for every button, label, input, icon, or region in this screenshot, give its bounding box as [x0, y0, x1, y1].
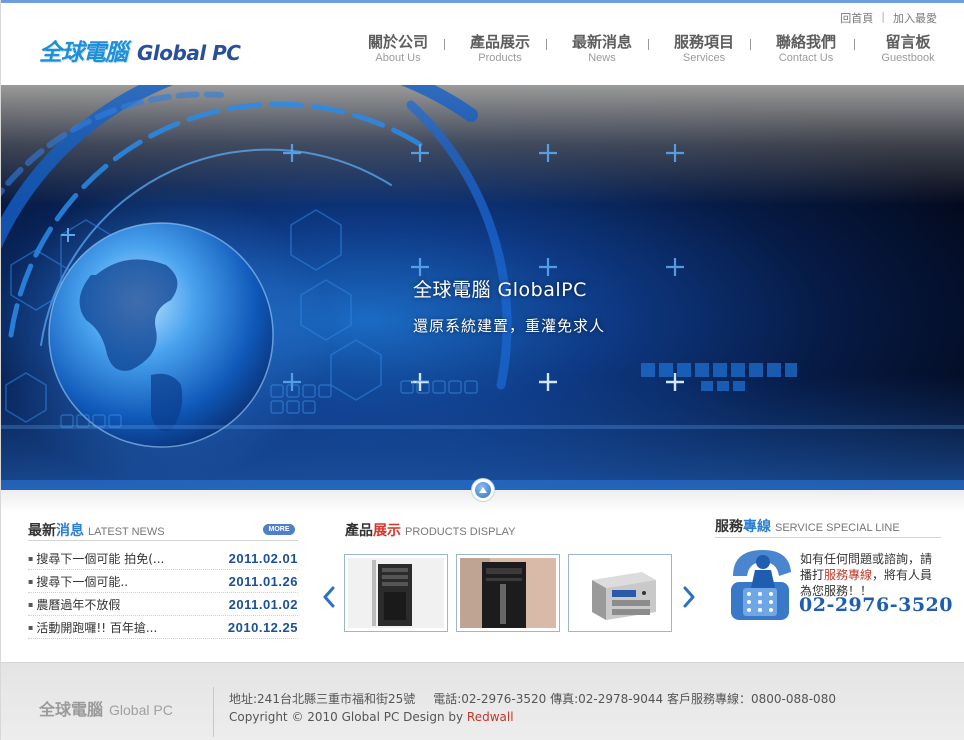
footer-logo-en: Global PC	[109, 702, 173, 718]
news-item-title: 搜尋下一個可能..	[28, 573, 128, 590]
nav-about[interactable]: 關於公司 About Us	[347, 33, 449, 73]
nav-label-en: Contact Us	[778, 52, 834, 64]
news-rule	[28, 540, 298, 541]
footer-copyright: Copyright © 2010 Global PC Design by	[229, 710, 467, 724]
product-thumb[interactable]	[568, 554, 672, 632]
service-description: 如有任何問題或諮詢，請播打服務專線，將有人員為您服務！！	[800, 551, 940, 599]
logo-chinese: 全球電腦	[39, 40, 128, 66]
footer-logo: 全球電腦 Global PC	[39, 696, 173, 720]
nav-products[interactable]: 產品展示 Products	[449, 33, 551, 73]
products-title-b: 展示	[373, 523, 401, 539]
nav-contact[interactable]: 聯絡我們 Contact Us	[755, 33, 857, 73]
news-item-date: 2011.01.26	[228, 573, 298, 589]
news-list: 搜尋下一個可能 拍免(... 2011.02.01 搜尋下一個可能.. 2011…	[28, 547, 298, 639]
black-case-image	[460, 558, 556, 628]
footer-phones: 電話:02-2976-3520 傳真:02-2978-9044 客戶服務專線：0…	[433, 692, 836, 706]
nav-services[interactable]: 服務項目 Services	[653, 33, 755, 73]
banner-title: 全球電腦 GlobalPC	[413, 279, 587, 301]
nav-label-en: Products	[478, 52, 522, 64]
main-nav: 關於公司 About Us 產品展示 Products 最新消息 News 服務…	[347, 33, 959, 73]
news-title-a: 最新	[28, 523, 56, 539]
nav-separator	[750, 39, 751, 50]
service-title-en: SERVICE SPECIAL LINE	[775, 522, 900, 534]
nav-separator	[854, 39, 855, 50]
site-footer: 全球電腦 Global PC 地址:241台北縣三重市福和街25號 電話:02-29…	[1, 662, 964, 740]
top-links: 回首頁 | 加入最愛	[840, 10, 937, 26]
up-arrow-icon	[475, 482, 491, 498]
page: 全球電腦 Global PC 回首頁 | 加入最愛 關於公司 About Us …	[0, 0, 964, 740]
service-phone[interactable]: 02-2976-3520	[799, 594, 953, 616]
service-text-highlight: 服務專線	[824, 568, 873, 582]
nav-label-cn: 服務項目	[673, 33, 734, 51]
service-rule	[715, 537, 941, 538]
nav-label-en: About Us	[375, 52, 421, 64]
nav-separator	[648, 39, 649, 50]
news-item-title: 搜尋下一個可能 拍免(...	[28, 550, 164, 567]
scroll-up-button[interactable]	[471, 478, 495, 502]
nav-label-en: News	[588, 52, 616, 64]
product-thumb[interactable]	[344, 554, 448, 632]
nav-label-cn: 聯絡我們	[775, 33, 836, 51]
nav-separator	[546, 39, 547, 50]
product-thumb[interactable]	[456, 554, 560, 632]
site-header: 全球電腦 Global PC 回首頁 | 加入最愛 關於公司 About Us …	[1, 3, 964, 85]
nav-separator	[444, 39, 445, 50]
products-section-title: 產品展示 PRODUCTS DISPLAY	[345, 520, 515, 540]
tower-case-image	[348, 558, 444, 628]
footer-logo-cn: 全球電腦	[39, 700, 104, 719]
footer-address: 地址:241台北縣三重市福和街25號	[229, 692, 416, 706]
news-item-title: 活動開跑囉!! 百年搶...	[28, 619, 157, 636]
news-item-title: 農曆過年不放假	[28, 596, 120, 613]
nav-label-en: Guestbook	[881, 52, 935, 64]
nav-label-en: Services	[682, 52, 726, 64]
hero-banner: 全球電腦 GlobalPC 還原系統建置，重灌免求人	[1, 85, 964, 490]
footer-copyright-line: Copyright © 2010 Global PC Design by Red…	[229, 710, 514, 724]
news-item[interactable]: 活動開跑囉!! 百年搶... 2010.12.25	[28, 616, 298, 639]
footer-contact-line: 地址:241台北縣三重市福和街25號 電話:02-2976-3520 傳真:02-…	[229, 690, 836, 707]
silver-nas-image	[572, 558, 668, 628]
banner-subtitle: 還原系統建置，重灌免求人	[413, 317, 606, 335]
nav-guestbook[interactable]: 留言板 Guestbook	[857, 33, 959, 73]
products-title-en: PRODUCTS DISPLAY	[405, 526, 516, 538]
news-item-date: 2011.01.02	[228, 596, 298, 612]
nav-label-cn: 留言板	[885, 33, 931, 51]
chevron-right-icon[interactable]	[682, 586, 696, 608]
news-item[interactable]: 搜尋下一個可能 拍免(... 2011.02.01	[28, 547, 298, 570]
home-link[interactable]: 回首頁	[840, 10, 873, 26]
add-favorite-link[interactable]: 加入最愛	[893, 10, 937, 26]
news-more-button[interactable]: MORE	[263, 524, 295, 535]
news-item[interactable]: 農曆過年不放假 2011.01.02	[28, 593, 298, 616]
nav-label-cn: 關於公司	[367, 33, 428, 51]
footer-designer-link[interactable]: Redwall	[467, 710, 514, 724]
service-title-b: 專線	[743, 519, 771, 535]
nav-label-cn: 最新消息	[571, 33, 632, 51]
footer-divider	[213, 687, 214, 737]
top-links-separator: |	[881, 10, 885, 23]
news-title-b: 消息	[56, 523, 84, 539]
products-title-a: 產品	[345, 523, 373, 539]
nav-label-cn: 產品展示	[469, 33, 530, 51]
news-item-date: 2011.02.01	[228, 550, 298, 566]
site-logo[interactable]: 全球電腦 Global PC	[39, 33, 241, 67]
news-item-date: 2010.12.25	[227, 619, 298, 635]
news-item[interactable]: 搜尋下一個可能.. 2011.01.26	[28, 570, 298, 593]
service-title-a: 服務	[715, 519, 743, 535]
service-section-title: 服務專線 SERVICE SPECIAL LINE	[715, 516, 900, 536]
telephone-icon	[731, 550, 791, 620]
nav-news[interactable]: 最新消息 News	[551, 33, 653, 73]
news-section-title: 最新消息 LATEST NEWS	[28, 520, 165, 540]
chevron-left-icon[interactable]	[322, 586, 336, 608]
content-area: 最新消息 LATEST NEWS MORE 搜尋下一個可能 拍免(... 2011…	[1, 490, 964, 662]
news-title-en: LATEST NEWS	[88, 526, 165, 538]
logo-english: Global PC	[137, 41, 241, 65]
